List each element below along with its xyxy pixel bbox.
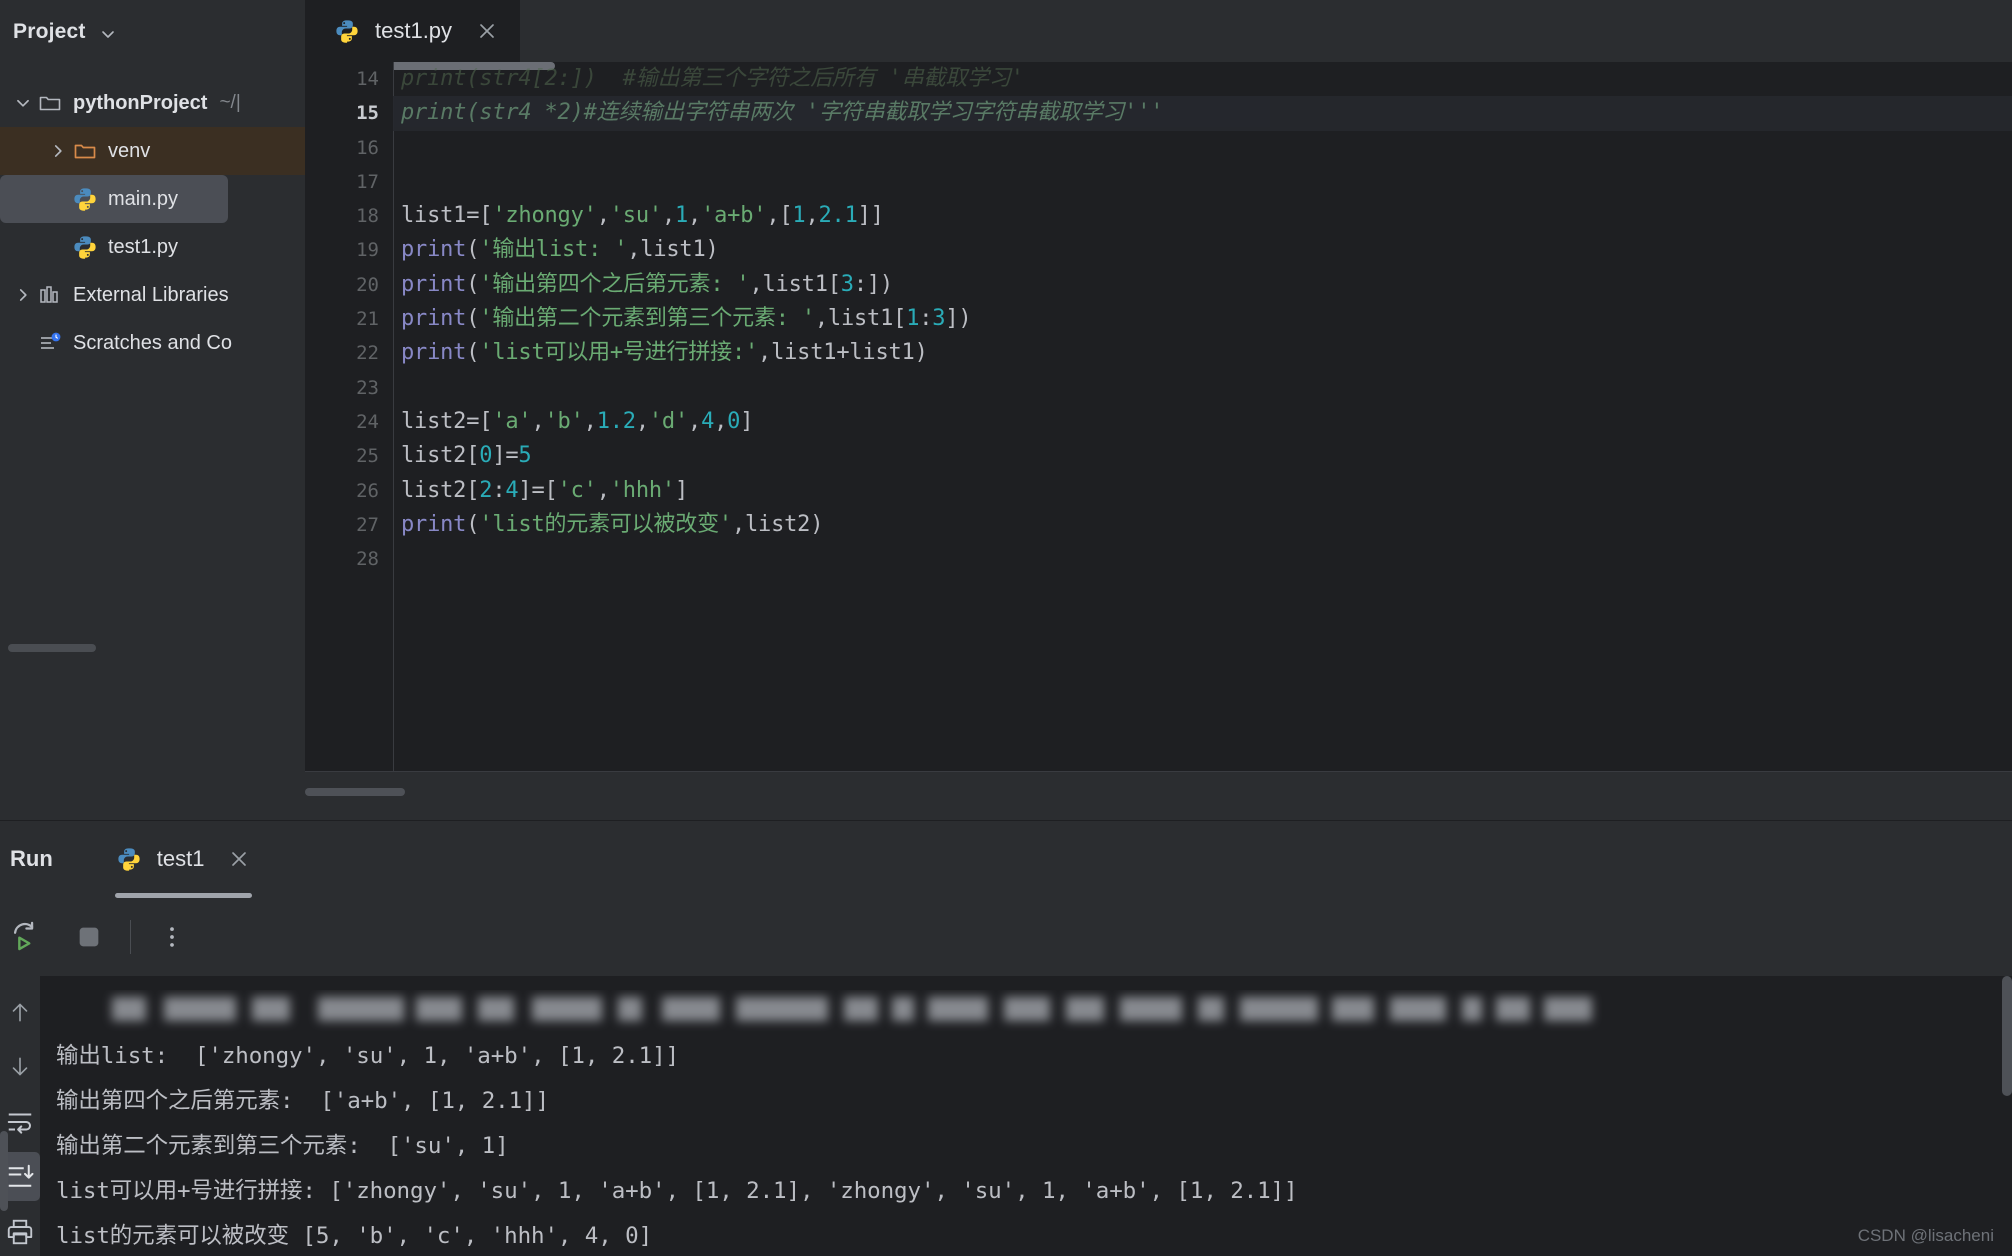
code-line: print('输出第四个之后第元素: ',list1[3:]) [401,271,893,297]
sidebar-item-external-libraries[interactable]: External Libraries [0,271,305,319]
code-line: list1=['zhongy','su',1,'a+b',[1,2.1]] [401,203,884,229]
scratches-icon [36,329,64,357]
sidebar-item-test1-py[interactable]: test1.py [0,223,305,271]
project-sidebar: Project pythonProject ~/| venv main.py t… [0,0,305,820]
tab-label: test1.py [375,18,453,43]
line-number: 27 [356,513,379,536]
line-number: 24 [356,410,379,433]
console-wrapper: 输出list: ['zhongy', 'su', 1, 'a+b', [1, 2… [0,976,2012,1256]
code-line: print(str4[2:]) #输出第三个字符之后所有 '串截取学习' [401,66,1024,91]
redacted-command-line [72,990,1712,1032]
line-number: 25 [356,445,379,468]
rerun-button[interactable] [2,914,48,960]
code-line: list2[0]=5 [401,443,532,469]
python-file-icon [71,233,99,261]
print-button[interactable] [0,1207,40,1256]
line-number: 20 [356,273,379,296]
sidebar-item-label: Scratches and Co [73,331,232,354]
python-file-icon [71,185,99,213]
console-line: 输出list: ['zhongy', 'su', 1, 'a+b', [1, 2… [56,1043,679,1069]
project-sidebar-header[interactable]: Project [0,0,305,64]
code-line: list2[2:4]=['c','hhh'] [401,477,689,503]
close-icon[interactable] [474,18,500,44]
sidebar-item-label: External Libraries [73,283,229,306]
sidebar-item-scratches[interactable]: Scratches and Co [0,319,305,367]
console-output[interactable]: 输出list: ['zhongy', 'su', 1, 'a+b', [1, 2… [40,976,2012,1256]
editor-area: test1.py 14 15 16 17 18 19 20 21 22 23 2… [305,0,2012,820]
editor-divider [305,771,2012,772]
code-line: list2=['a','b',1.2,'d',4,0] [401,408,754,434]
editor-gutter[interactable]: 14 15 16 17 18 19 20 21 22 23 24 25 26 2… [305,62,393,772]
editor-body[interactable]: 14 15 16 17 18 19 20 21 22 23 24 25 26 2… [305,62,2012,820]
code-line: print('输出list: ',list1) [401,237,719,263]
scroll-up-button[interactable] [0,988,40,1037]
code-line: print('list的元素可以被改变',list2) [401,511,824,537]
line-number: 18 [356,205,379,228]
line-number: 19 [356,239,379,262]
folder-orange-icon [71,137,99,165]
line-number: 28 [356,548,379,571]
code-line: print('输出第二个元素到第三个元素: ',list1[1:3]) [401,306,972,332]
python-file-icon [333,17,361,45]
project-tree: pythonProject ~/| venv main.py test1.py … [0,64,305,367]
python-file-icon [115,845,143,873]
sidebar-item-main-py[interactable]: main.py [0,175,228,223]
line-number: 17 [356,170,379,193]
sidebar-item-label: pythonProject [73,91,208,114]
chevron-down-icon[interactable] [100,26,116,42]
run-tab-label: test1 [156,846,205,871]
line-number: 21 [356,308,379,331]
sidebar-item-venv[interactable]: venv [0,127,305,175]
sidebar-item-label: venv [108,139,151,162]
console-line: 输出第四个之后第元素: ['a+b', [1, 2.1]] [56,1088,549,1114]
editor-tab-bar: test1.py [305,0,2012,62]
chevron-right-icon[interactable] [10,286,36,304]
console-side-toolbar [0,976,40,1256]
console-line: list可以用+号进行拼接: ['zhongy', 'su', 1, 'a+b'… [56,1178,1298,1204]
editor-horizontal-scrollbar[interactable] [305,788,405,796]
line-number: 26 [356,479,379,502]
sidebar-item-pythonproject[interactable]: pythonProject ~/| [0,79,305,127]
sidebar-item-path: ~/| [219,92,241,113]
stop-button[interactable] [66,914,112,960]
console-line: 输出第二个元素到第三个元素: ['su', 1] [56,1133,509,1159]
console-side-scrollbar[interactable] [0,1131,8,1211]
run-toolbar [0,898,2012,976]
chevron-right-icon[interactable] [45,142,71,160]
run-panel: Run test1 输出list: ['zhongy', 'su', 1, 'a… [0,820,2012,1256]
line-number: 14 [356,68,379,90]
line-number: 16 [356,136,379,159]
run-panel-title: Run [10,846,53,871]
chevron-down-icon[interactable] [10,94,36,112]
scroll-down-button[interactable] [0,1043,40,1092]
line-number: 15 [356,102,379,125]
sidebar-item-label: test1.py [108,235,179,258]
watermark: CSDN @lisacheni [1857,1226,1994,1245]
library-icon [36,281,64,309]
ide-window: Project pythonProject ~/| venv main.py t… [0,0,2012,1256]
page-title: Project [13,20,86,43]
code-content[interactable]: print(str4[2:]) #输出第三个字符之后所有 '串截取学习' pri… [393,62,2012,772]
code-line: print('list可以用+号进行拼接:',list1+list1) [401,340,928,366]
editor-bottom-strip [305,771,2012,820]
toolbar-separator [130,920,131,954]
tab-test1-run[interactable]: test1 [114,820,253,898]
more-options-button[interactable] [149,914,195,960]
line-number: 23 [356,376,379,399]
code-line: print(str4 *2)#连续输出字符串两次 '字符串截取学习字符串截取学习… [393,96,2012,131]
sidebar-item-label: main.py [108,187,179,210]
close-icon[interactable] [226,846,252,872]
console-vertical-scrollbar[interactable] [2002,976,2012,1096]
console-line: list的元素可以被改变 [5, 'b', 'c', 'hhh', 4, 0] [56,1223,653,1249]
run-panel-header: Run test1 [0,820,2012,898]
folder-icon [36,89,64,117]
tab-test1-py[interactable]: test1.py [305,0,521,62]
line-number: 22 [356,342,379,365]
sidebar-horizontal-scrollbar[interactable] [8,644,96,652]
